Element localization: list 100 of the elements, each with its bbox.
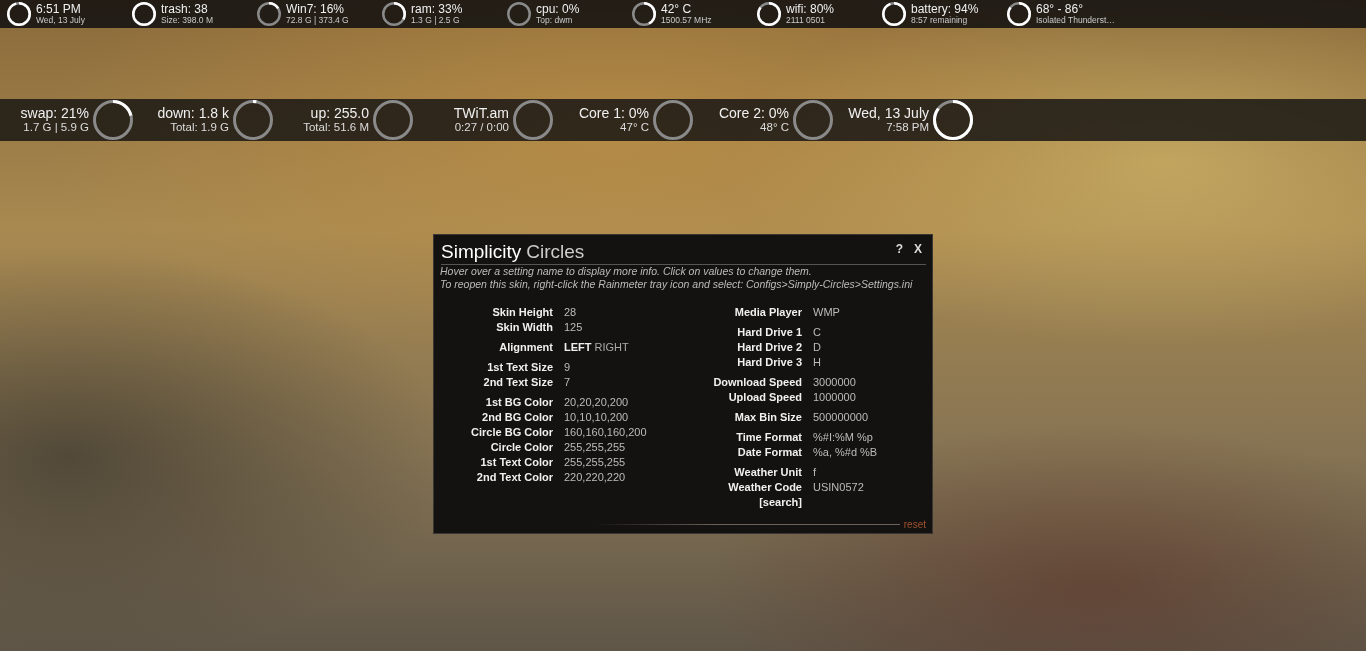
meter-title: wifi: 80% <box>786 3 835 16</box>
setting-value[interactable]: USIN0572 <box>813 480 864 493</box>
setting-value[interactable]: 20,20,20,200 <box>564 395 629 408</box>
meter-detail: 0:27 / 0:00 <box>454 121 509 134</box>
setting-label: Alignment <box>498 340 553 353</box>
setting-value[interactable]: D <box>813 340 821 353</box>
setting-label: Media Player <box>733 305 802 318</box>
hint-text: Hover over a setting name to display more info. Click on values to change them. <box>440 265 813 278</box>
hint-text: To reopen this skin, right-click the Rainmeter tray icon and select: Configs>Simply-Circles>Settings.ini <box>440 278 914 291</box>
ring-gauge <box>93 100 133 140</box>
setting-value[interactable]: f <box>813 465 817 478</box>
setting-value[interactable]: %a, %#d %B <box>813 445 878 458</box>
meter-title: trash: 38 <box>161 3 209 16</box>
setting-label: Skin Width <box>495 320 553 333</box>
meter-detail: 1.3 G | 2.5 G <box>411 16 461 25</box>
setting-label: 2nd Text Size <box>482 375 553 388</box>
meter-title: battery: 94% <box>911 3 979 16</box>
ring-gauge <box>632 2 656 26</box>
ring-gauge <box>757 2 781 26</box>
setting-label: Hard Drive 3 <box>736 355 802 368</box>
setting-label: Circle Color <box>489 440 553 453</box>
setting-value[interactable]: 10,10,10,200 <box>564 410 629 423</box>
ring-gauge <box>513 100 553 140</box>
setting-label: Max Bin Size <box>733 410 802 423</box>
setting-label: Upload Speed <box>727 390 802 403</box>
setting-label: 2nd Text Color <box>475 470 553 483</box>
setting-value[interactable]: H <box>813 355 821 368</box>
setting-label: 1st BG Color <box>484 395 553 408</box>
setting-value[interactable]: WMP <box>813 305 840 318</box>
meter-title: Win7: 16% <box>286 3 346 16</box>
meter-detail: 1500.57 MHz <box>661 16 712 25</box>
ring-gauge <box>1007 2 1031 26</box>
meter-detail: 2111 0501 <box>786 16 826 25</box>
meter-title: 42° C <box>661 3 693 16</box>
setting-label: Weather Code <box>727 480 802 493</box>
meter-title: ram: 33% <box>411 3 463 16</box>
meter-title: cpu: 0% <box>536 3 580 16</box>
meter-detail: Total: 51.6 M <box>303 121 369 134</box>
meter-title: Core 2: 0% <box>718 106 789 122</box>
setting-value[interactable]: 220,220,220 <box>564 470 626 483</box>
ring-gauge <box>653 100 693 140</box>
ring-gauge <box>132 2 156 26</box>
meter-detail: Isolated Thunderst… <box>1036 16 1115 25</box>
setting-value[interactable]: 500000000 <box>813 410 869 423</box>
setting-value[interactable]: 28 <box>564 305 577 318</box>
setting-label: Hard Drive 1 <box>736 325 802 338</box>
setting-label: Skin Height <box>491 305 553 318</box>
meter-detail: 48° C <box>760 121 789 134</box>
window-subtitle: Circles <box>526 241 585 262</box>
setting-value[interactable]: 255,255,255 <box>564 440 626 453</box>
ring-gauge <box>382 2 406 26</box>
setting-label: Circle BG Color <box>470 425 553 438</box>
setting-option[interactable]: LEFT <box>564 340 592 353</box>
setting-option[interactable]: RIGHT <box>594 340 629 353</box>
meter-title: Wed, 13 July <box>848 106 929 122</box>
window-button[interactable]: X <box>910 240 926 258</box>
setting-value[interactable]: 1000000 <box>813 390 856 403</box>
meter-title: up: 255.0 <box>310 106 369 122</box>
setting-label: 1st Text Color <box>479 455 553 468</box>
setting-label: 2nd BG Color <box>481 410 553 423</box>
meter-title: 68° - 86° <box>1036 3 1083 16</box>
ring-gauge <box>257 2 281 26</box>
meter-detail: 7:58 PM <box>886 121 929 134</box>
setting-label: Date Format <box>736 445 802 458</box>
ring-gauge <box>233 100 273 140</box>
meter-detail: Top: dwm <box>536 16 574 25</box>
setting-value[interactable]: 3000000 <box>813 375 856 388</box>
setting-label: 1st Text Size <box>486 360 553 373</box>
window-title: Simplicity <box>441 241 522 262</box>
setting-value[interactable]: 9 <box>564 360 571 373</box>
meter-title: swap: 21% <box>20 106 89 122</box>
setting-value[interactable]: 7 <box>564 375 571 388</box>
ring-gauge <box>373 100 413 140</box>
setting-label: Weather Unit <box>733 465 802 478</box>
meter-detail: Size: 398.0 M <box>161 16 213 25</box>
setting-label: Time Format <box>735 430 802 443</box>
meter-detail: 47° C <box>620 121 649 134</box>
ring-gauge <box>882 2 906 26</box>
setting-value[interactable]: %#I:%M %p <box>813 430 873 443</box>
meter-detail: Wed, 13 July <box>36 16 85 25</box>
meter-detail: 1.7 G | 5.9 G <box>23 121 89 134</box>
setting-label: Hard Drive 2 <box>736 340 802 353</box>
meter-detail: Total: 1.9 G <box>170 121 229 134</box>
ring-gauge <box>933 100 973 140</box>
meter-detail: 8:57 remaining <box>911 16 969 25</box>
ring-gauge <box>793 100 833 140</box>
ring-gauge <box>507 2 531 26</box>
setting-value[interactable]: 160,160,160,200 <box>564 425 647 438</box>
meter-title: 6:51 PM <box>36 3 81 16</box>
setting-value[interactable]: 255,255,255 <box>564 455 626 468</box>
meter-title: down: 1.8 k <box>157 106 229 122</box>
ring-gauge <box>7 2 31 26</box>
search-link[interactable]: [search] <box>683 495 802 508</box>
meter-title: TWiT.am <box>453 106 509 122</box>
setting-value[interactable]: C <box>813 325 821 338</box>
meter-detail: 72.8 G | 373.4 G <box>286 16 349 25</box>
meter-title: Core 1: 0% <box>578 106 649 122</box>
setting-label: Download Speed <box>712 375 802 388</box>
window-button[interactable]: ? <box>891 240 907 258</box>
setting-value[interactable]: 125 <box>564 320 583 333</box>
